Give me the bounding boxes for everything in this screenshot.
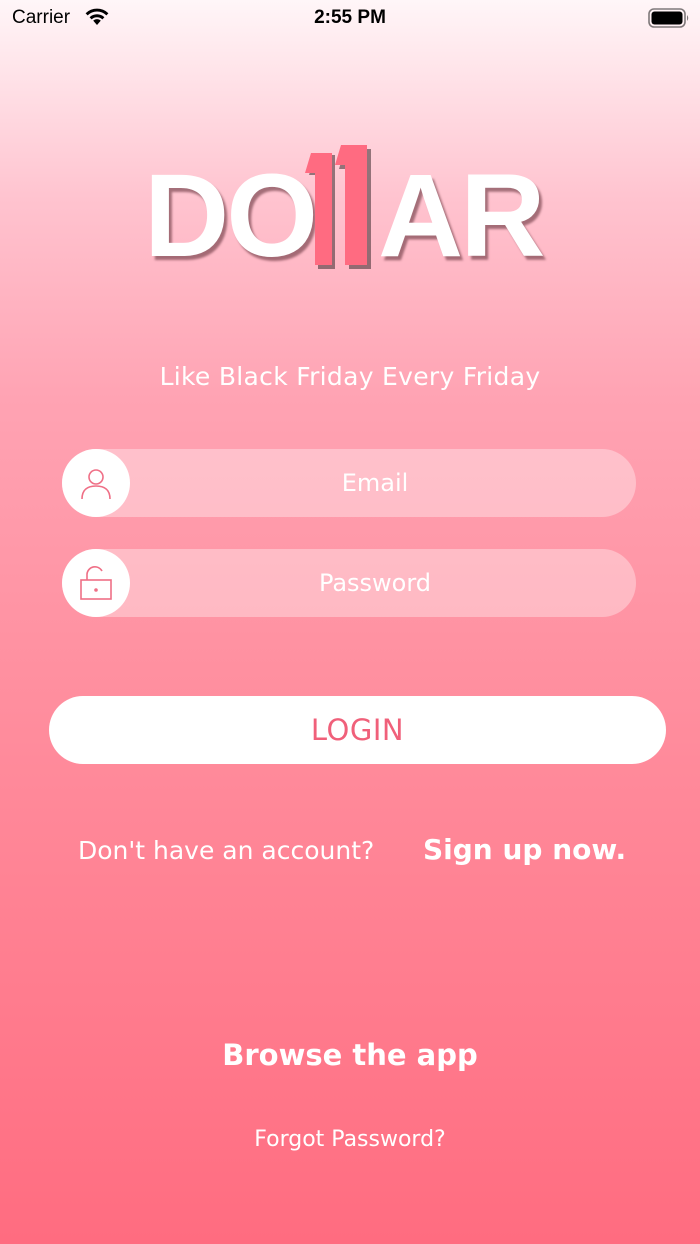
battery-full-icon bbox=[648, 8, 690, 32]
email-field-container[interactable] bbox=[62, 449, 636, 517]
forgot-password-link[interactable]: Forgot Password? bbox=[0, 1127, 700, 1152]
logo-text-left: DO bbox=[144, 150, 318, 282]
logo-ones-icon bbox=[305, 145, 377, 275]
tagline: Like Black Friday Every Friday bbox=[159, 362, 541, 391]
status-bar: Carrier 2:55 PM bbox=[0, 0, 700, 36]
email-input[interactable] bbox=[130, 449, 590, 517]
login-button[interactable]: LOGIN bbox=[49, 696, 666, 764]
logo-text-right: AR bbox=[378, 150, 545, 282]
browse-app-link[interactable]: Browse the app bbox=[0, 1038, 700, 1072]
signup-prompt: Don't have an account? bbox=[78, 836, 375, 865]
signup-link[interactable]: Sign up now. bbox=[423, 833, 626, 866]
user-icon bbox=[62, 449, 130, 517]
dollar-logo: DO AR bbox=[140, 135, 560, 275]
status-time: 2:55 PM bbox=[314, 7, 386, 28]
password-input[interactable] bbox=[130, 549, 590, 617]
unlock-icon bbox=[62, 549, 130, 617]
password-field-container[interactable] bbox=[62, 549, 636, 617]
